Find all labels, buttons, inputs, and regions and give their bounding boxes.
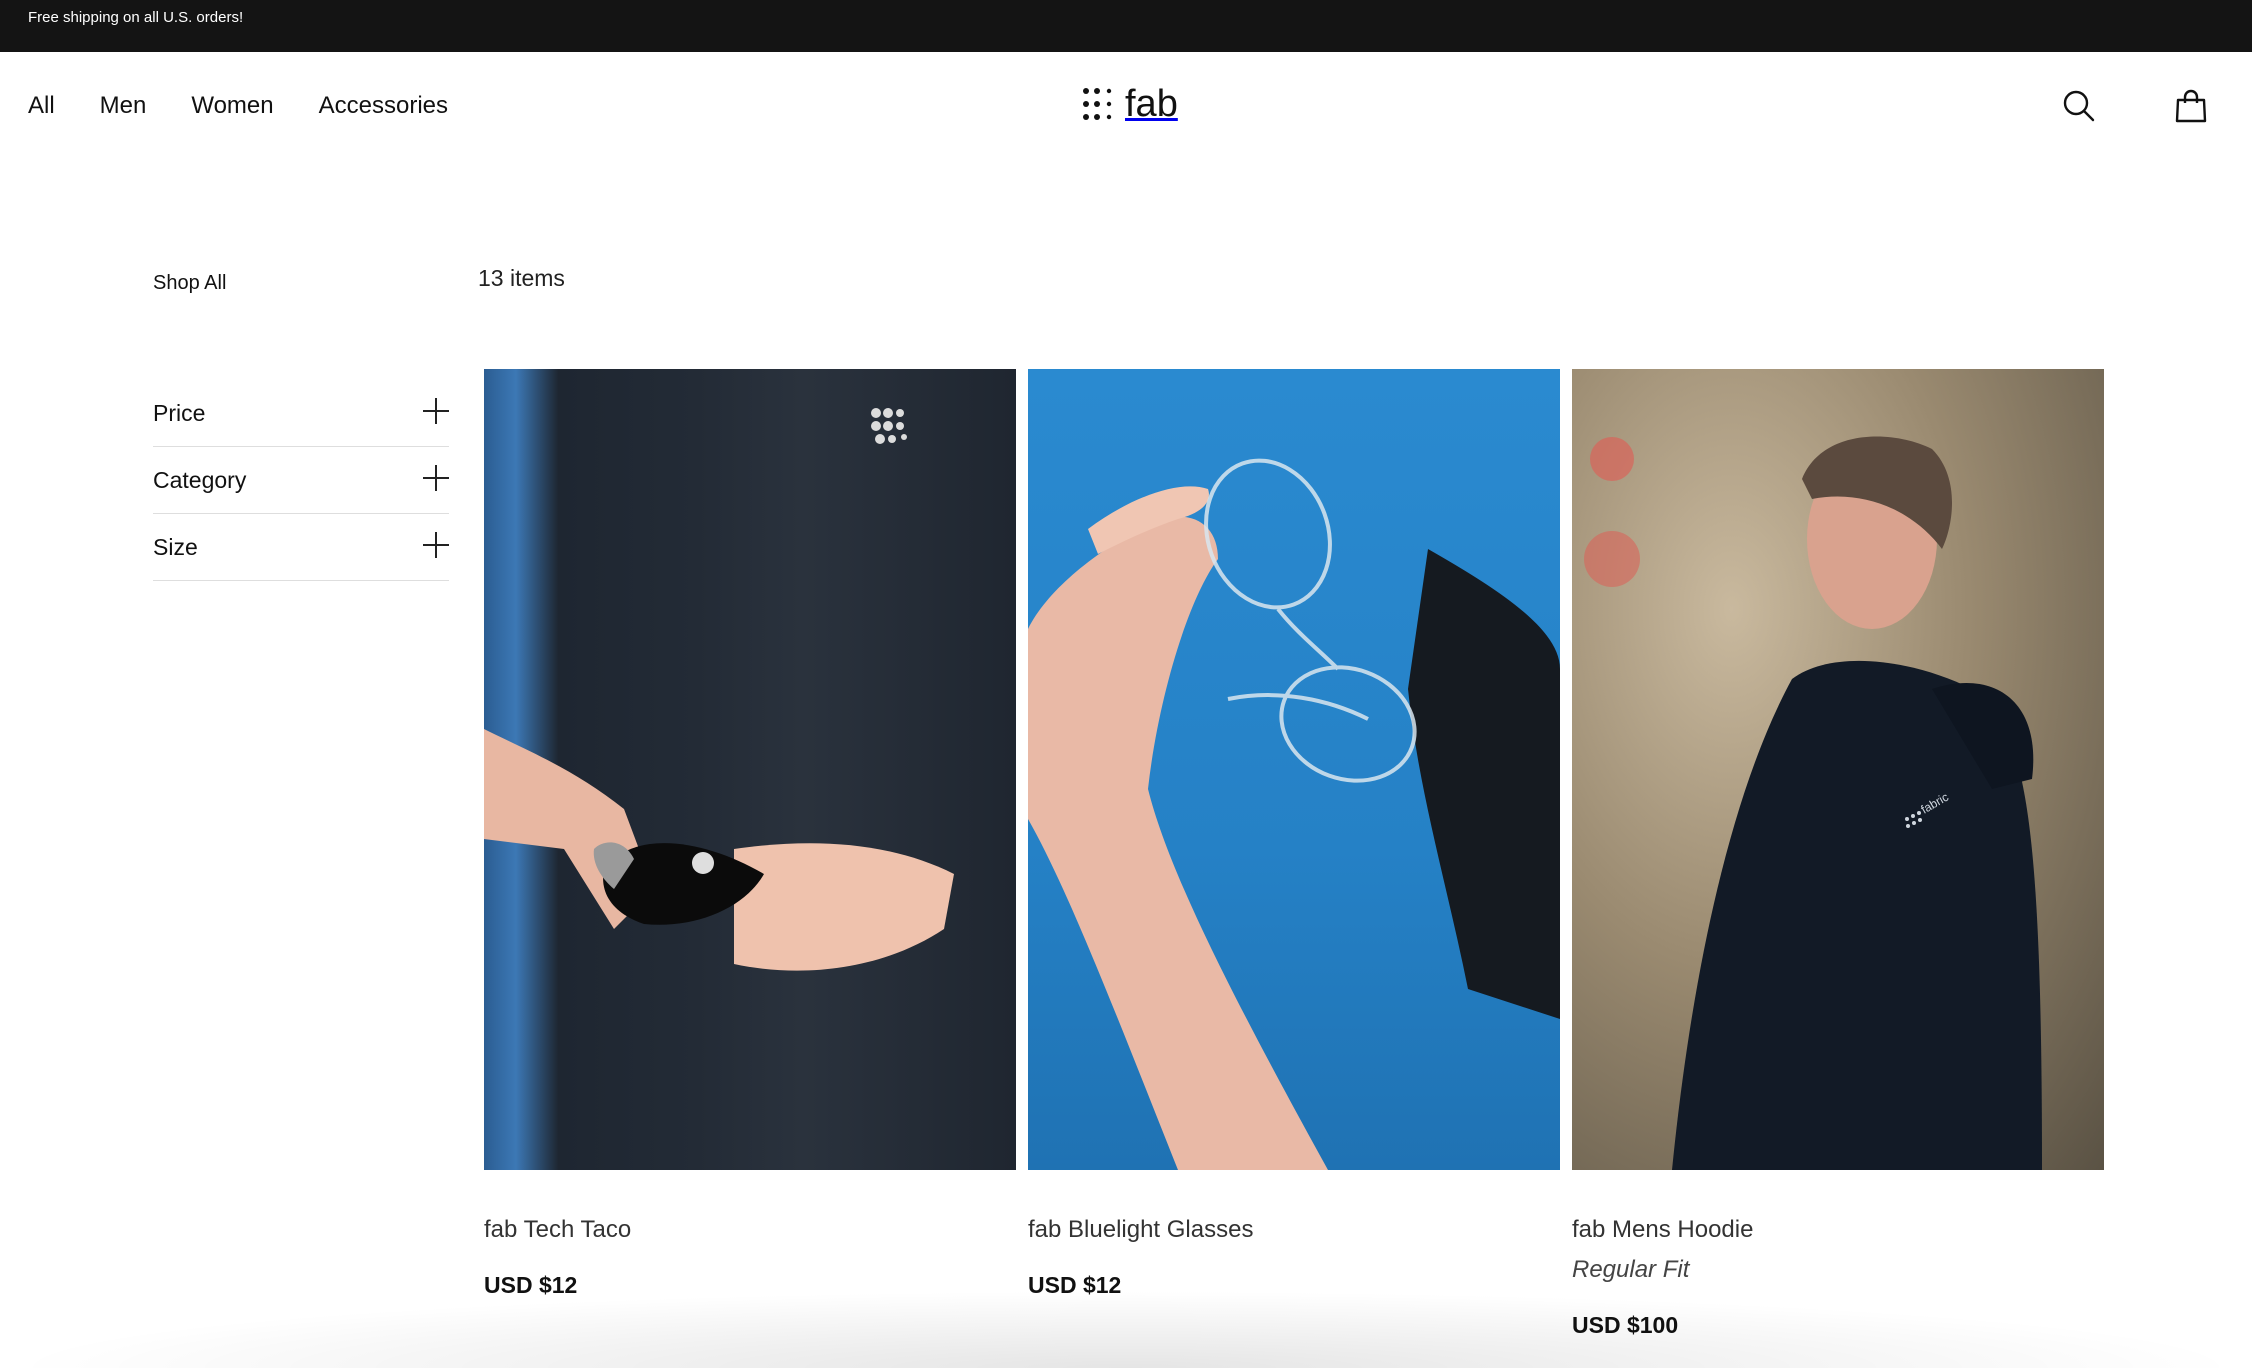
product-price: USD $12	[1028, 1272, 1122, 1298]
filter-label: Price	[153, 400, 206, 426]
product-image[interactable]	[1028, 369, 1560, 1170]
tech-taco-photo	[484, 408, 954, 971]
bluelight-glasses-photo	[1028, 458, 1560, 1170]
product-image[interactable]	[484, 369, 1016, 1170]
product-image[interactable]: fabric	[1572, 369, 2104, 1170]
cart-button[interactable]	[2171, 86, 2211, 126]
product-price: USD $12	[484, 1272, 578, 1298]
search-button[interactable]	[2059, 86, 2099, 126]
shop-all-link[interactable]: Shop All	[153, 272, 226, 295]
site-header: All Men Women Accessories fab	[0, 52, 2252, 160]
brand-logo[interactable]: fab	[1082, 85, 1178, 123]
plus-icon[interactable]	[423, 532, 449, 558]
nav-link-men[interactable]: Men	[100, 92, 147, 120]
filter-category[interactable]: Category	[153, 447, 449, 514]
product-grid: fab Tech Taco USD $12 fab Bluelight Glas…	[484, 369, 2104, 1339]
filter-label: Size	[153, 534, 198, 560]
search-icon	[2063, 90, 2095, 122]
announcement-text: Free shipping on all U.S. orders!	[28, 9, 244, 26]
product-name[interactable]: fab Bluelight Glasses	[1028, 1216, 1560, 1244]
announcement-bar: Free shipping on all U.S. orders!	[0, 0, 2252, 52]
product-name[interactable]: fab Tech Taco	[484, 1216, 1016, 1244]
product-price: USD $100	[1572, 1312, 1679, 1338]
bag-icon	[2175, 89, 2207, 123]
product-card-tech-taco[interactable]: fab Tech Taco USD $12	[484, 369, 1016, 1339]
filter-price[interactable]: Price	[153, 380, 449, 447]
product-card-bluelight-glasses[interactable]: fab Bluelight Glasses USD $12	[1028, 369, 1560, 1339]
product-name[interactable]: fab Mens Hoodie	[1572, 1216, 2104, 1244]
nav-link-accessories[interactable]: Accessories	[319, 92, 448, 120]
product-card-mens-hoodie[interactable]: fabric fab Mens Hoodie Regular Fit USD $…	[1572, 369, 2104, 1339]
product-variant: Regular Fit	[1572, 1256, 1690, 1283]
filter-size[interactable]: Size	[153, 514, 449, 581]
filter-label: Category	[153, 467, 247, 493]
filter-list: Price Category Size	[153, 380, 449, 581]
item-count: 13 items	[478, 265, 565, 291]
plus-icon[interactable]	[423, 465, 449, 491]
logo-text: fab	[1125, 83, 1178, 125]
logo-dots-icon	[1083, 88, 1112, 120]
main-nav: All Men Women Accessories	[28, 92, 448, 120]
nav-link-all[interactable]: All	[28, 92, 55, 120]
mens-hoodie-photo: fabric	[1584, 436, 2042, 1170]
plus-icon[interactable]	[423, 398, 449, 424]
nav-link-women[interactable]: Women	[191, 92, 273, 120]
